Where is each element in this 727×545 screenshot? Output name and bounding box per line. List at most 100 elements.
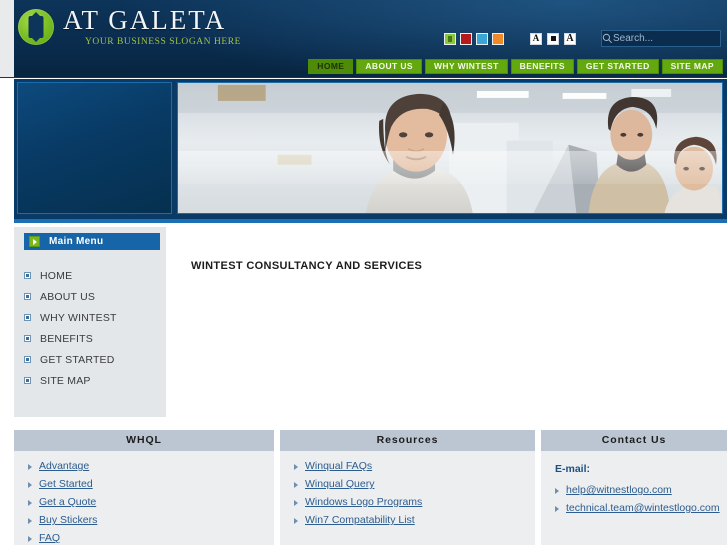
arrow-right-icon — [294, 518, 298, 524]
footer-link-email-technical-team[interactable]: technical.team@wintestlogo.com — [541, 502, 727, 520]
search-box[interactable] — [601, 30, 727, 47]
footer-link-label[interactable]: Buy Stickers — [39, 514, 97, 526]
arrow-right-icon — [294, 500, 298, 506]
site-header: AT GALETA YOUR BUSINESS SLOGAN HERE A A — [0, 0, 727, 78]
footer-link-label[interactable]: Get a Quote — [39, 496, 96, 508]
font-size-small-button[interactable]: A — [564, 32, 576, 45]
logo-title: AT GALETA — [63, 5, 227, 35]
theme-swatch-green[interactable] — [444, 32, 456, 45]
logo-arrow-down-icon — [30, 36, 42, 43]
page-root: AT GALETA YOUR BUSINESS SLOGAN HERE A A — [0, 0, 727, 545]
sidebar-item-label[interactable]: BENEFITS — [40, 333, 93, 345]
theme-swatch-orange[interactable] — [492, 32, 504, 45]
sidebar-item-label[interactable]: GET STARTED — [40, 354, 115, 366]
primary-navigation: HOME ABOUT US WHY WINTEST BENEFITS GET S… — [308, 59, 723, 74]
footer-link-label[interactable]: Windows Logo Programs — [305, 496, 422, 508]
font-size-reset-button[interactable] — [547, 32, 559, 45]
footer-column-whql: WHQL Advantage Get Started Get a Quote B… — [14, 430, 274, 545]
sidebar-item-label[interactable]: WHY WINTEST — [40, 312, 117, 324]
main-panel: WINTEST CONSULTANCY AND SERVICES — [166, 227, 727, 417]
bullet-square-icon — [24, 335, 31, 342]
logo-arrow-up-icon — [30, 12, 42, 19]
theme-swatch-red[interactable] — [460, 32, 472, 45]
footer-link-windows-logo-programs[interactable]: Windows Logo Programs — [280, 496, 535, 514]
hero-side-panel — [17, 82, 172, 214]
footer-link-label[interactable]: Win7 Compatability List — [305, 514, 415, 526]
arrow-right-icon — [28, 500, 32, 506]
sidebar-menu: HOME ABOUT US WHY WINTEST BENEFITS GET S… — [24, 265, 164, 391]
footer-column-body: Winqual FAQs Winqual Query Windows Logo … — [280, 451, 535, 545]
footer-link-win7-compatability-list[interactable]: Win7 Compatability List — [280, 514, 535, 532]
font-size-control-group: A A — [530, 32, 576, 45]
arrow-right-icon — [29, 236, 40, 247]
footer-link-get-a-quote[interactable]: Get a Quote — [14, 496, 274, 514]
footer-column-title: Resources — [280, 430, 535, 451]
arrow-right-icon — [555, 506, 559, 512]
sidebar-item-label[interactable]: ABOUT US — [40, 291, 95, 303]
content-area: Main Menu HOME ABOUT US WHY WINTEST BENE… — [14, 227, 727, 545]
arrow-right-icon — [28, 536, 32, 542]
footer-columns: WHQL Advantage Get Started Get a Quote B… — [14, 430, 727, 545]
site-logo[interactable]: AT GALETA YOUR BUSINESS SLOGAN HERE — [18, 7, 241, 48]
bullet-square-icon — [24, 314, 31, 321]
office-team-photo-icon — [178, 83, 722, 213]
footer-link-label[interactable]: Winqual FAQs — [305, 460, 372, 472]
footer-column-contact-us: Contact Us E-mail: help@witnestlogo.com … — [541, 430, 727, 545]
sidebar-item-why-wintest[interactable]: WHY WINTEST — [24, 307, 164, 328]
footer-link-label[interactable]: help@witnestlogo.com — [566, 484, 672, 496]
footer-link-advantage[interactable]: Advantage — [14, 460, 274, 478]
footer-link-label[interactable]: Advantage — [39, 460, 89, 472]
nav-item-why-wintest[interactable]: WHY WINTEST — [424, 59, 508, 74]
nav-item-about-us[interactable]: ABOUT US — [356, 59, 422, 74]
hero-banner — [14, 79, 727, 223]
bullet-square-icon — [24, 272, 31, 279]
footer-link-get-started[interactable]: Get Started — [14, 478, 274, 496]
search-input[interactable] — [613, 32, 727, 45]
sidebar-item-about-us[interactable]: ABOUT US — [24, 286, 164, 307]
header-tools: A A — [444, 30, 727, 47]
search-icon — [602, 33, 613, 44]
header-left-margin-strip — [0, 0, 14, 78]
bullet-square-icon — [24, 356, 31, 363]
nav-item-get-started[interactable]: GET STARTED — [576, 59, 659, 74]
recycle-circle-logo-icon — [18, 9, 54, 46]
theme-swatch-blue[interactable] — [476, 32, 488, 45]
sidebar-item-label[interactable]: SITE MAP — [40, 375, 91, 387]
footer-link-winqual-query[interactable]: Winqual Query — [280, 478, 535, 496]
footer-column-body: E-mail: help@witnestlogo.com technical.t… — [541, 451, 727, 545]
sidebar-item-benefits[interactable]: BENEFITS — [24, 328, 164, 349]
footer-link-label[interactable]: technical.team@wintestlogo.com — [566, 502, 720, 514]
bullet-square-icon — [24, 293, 31, 300]
footer-column-body: Advantage Get Started Get a Quote Buy St… — [14, 451, 274, 545]
sidebar-item-site-map[interactable]: SITE MAP — [24, 370, 164, 391]
theme-swatch-group — [444, 32, 504, 45]
sidebar-item-home[interactable]: HOME — [24, 265, 164, 286]
footer-column-title: WHQL — [14, 430, 274, 451]
nav-item-site-map[interactable]: SITE MAP — [661, 59, 723, 74]
arrow-right-icon — [555, 488, 559, 494]
footer-link-label[interactable]: Get Started — [39, 478, 93, 490]
footer-link-buy-stickers[interactable]: Buy Stickers — [14, 514, 274, 532]
email-label: E-mail: — [555, 463, 591, 475]
arrow-right-icon — [28, 518, 32, 524]
page-title: WINTEST CONSULTANCY AND SERVICES — [191, 260, 423, 272]
sidebar-title: Main Menu — [49, 236, 104, 247]
hero-glass-reflection — [178, 150, 722, 185]
arrow-right-icon — [28, 482, 32, 488]
footer-link-label[interactable]: Winqual Query — [305, 478, 374, 490]
logo-slogan: YOUR BUSINESS SLOGAN HERE — [85, 37, 241, 47]
footer-link-email-help[interactable]: help@witnestlogo.com — [541, 484, 727, 502]
sidebar-header: Main Menu — [24, 233, 160, 250]
footer-column-title: Contact Us — [541, 430, 727, 451]
bullet-square-icon — [24, 377, 31, 384]
sidebar-item-get-started[interactable]: GET STARTED — [24, 349, 164, 370]
logo-text-block: AT GALETA YOUR BUSINESS SLOGAN HERE — [63, 7, 241, 48]
footer-link-faq[interactable]: FAQ — [14, 532, 274, 545]
arrow-right-icon — [28, 464, 32, 470]
sidebar-item-label[interactable]: HOME — [40, 270, 72, 282]
nav-item-home[interactable]: HOME — [308, 59, 354, 74]
nav-item-benefits[interactable]: BENEFITS — [510, 59, 574, 74]
font-size-large-button[interactable]: A — [530, 32, 542, 45]
footer-link-label[interactable]: FAQ — [39, 532, 60, 544]
footer-link-winqual-faqs[interactable]: Winqual FAQs — [280, 460, 535, 478]
